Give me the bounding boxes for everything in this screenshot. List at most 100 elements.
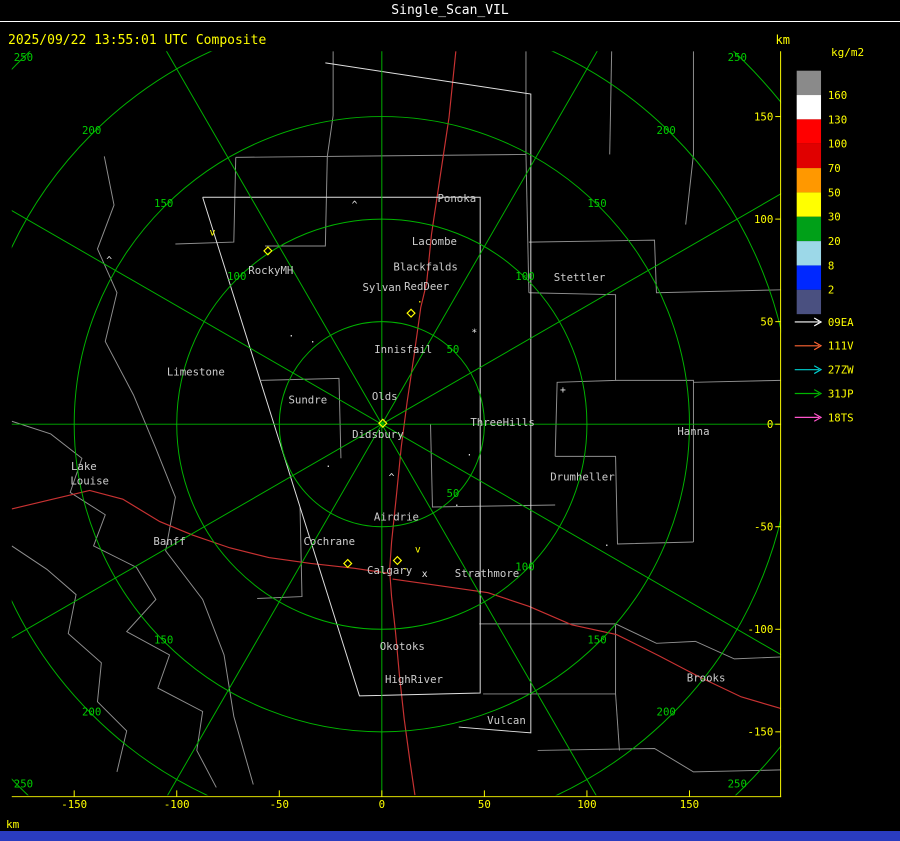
county-boundary-line bbox=[609, 51, 613, 155]
county-boundary-line bbox=[528, 292, 617, 457]
track-id-label: 09EA bbox=[828, 316, 854, 329]
city-label: Sylvan bbox=[362, 281, 401, 294]
legend-scale-value: 130 bbox=[828, 113, 847, 126]
x-axis-tick-label: -50 bbox=[270, 798, 289, 811]
y-axis-tick-label: 100 bbox=[754, 213, 773, 226]
radar-map-canvas[interactable]: 2502001501002502001501005050100150200250… bbox=[0, 22, 900, 841]
county-boundary-line bbox=[257, 506, 303, 600]
legend-scale-value: 70 bbox=[828, 162, 841, 175]
range-ring-label: 250 bbox=[14, 51, 33, 64]
radar-site-diamond-marker bbox=[343, 558, 353, 569]
range-ring-label: 100 bbox=[515, 270, 534, 283]
station-marker: . bbox=[467, 447, 473, 458]
city-label: ThreeHills bbox=[470, 416, 534, 429]
x-axis-tick-label: 50 bbox=[478, 798, 491, 811]
city-label: Lacombe bbox=[412, 235, 457, 248]
track-id-label: 31JP bbox=[828, 387, 854, 400]
x-axis-tick-label: 0 bbox=[379, 798, 385, 811]
county-boundary-line bbox=[685, 51, 694, 225]
county-boundary-line bbox=[615, 379, 694, 543]
county-boundary-line bbox=[615, 693, 620, 751]
legend-scale-box bbox=[796, 192, 822, 217]
yellow-marker: v bbox=[415, 545, 421, 556]
city-label: Airdrie bbox=[374, 511, 419, 524]
county-boundary-line bbox=[175, 157, 237, 245]
range-ring-label: 200 bbox=[82, 705, 101, 718]
city-label: Hanna bbox=[677, 425, 709, 438]
yellow-marker: . bbox=[417, 294, 423, 305]
legend-scale-value: 8 bbox=[828, 259, 834, 272]
y-axis-tick-label: -150 bbox=[748, 726, 774, 739]
city-label: Limestone bbox=[167, 366, 225, 379]
track-id-label: 18TS bbox=[828, 411, 854, 424]
radial-line bbox=[165, 51, 383, 425]
station-marker: + bbox=[560, 385, 566, 396]
range-ring bbox=[11, 51, 782, 796]
radial-line bbox=[381, 423, 597, 796]
yellow-marker: . bbox=[402, 561, 408, 572]
county-boundary-line bbox=[537, 747, 782, 773]
radar-site-diamond-marker bbox=[406, 308, 416, 318]
range-ring-label: 200 bbox=[657, 705, 676, 718]
legend-scale-value: 20 bbox=[828, 235, 841, 248]
legend-scale-value: 2 bbox=[828, 284, 834, 297]
county-boundary-line bbox=[261, 377, 342, 459]
x-axis-tick-label: -150 bbox=[61, 798, 87, 811]
range-ring-label: 250 bbox=[14, 777, 33, 790]
highway-line bbox=[11, 489, 388, 574]
yellow-marker: v bbox=[209, 227, 215, 238]
city-label: Blackfalds bbox=[393, 260, 457, 273]
station-marker: ^ bbox=[106, 256, 112, 267]
x-axis-tick-label: 150 bbox=[680, 798, 699, 811]
county-boundary-line bbox=[555, 455, 694, 545]
x-axis-unit-label: km bbox=[6, 818, 20, 831]
station-marker: . bbox=[325, 459, 331, 470]
bottom-bar bbox=[0, 831, 900, 841]
city-label: Cochrane bbox=[303, 535, 355, 548]
city-label: HighRiver bbox=[385, 673, 444, 686]
city-label: Drumheller bbox=[550, 471, 615, 484]
city-label: Ponoka bbox=[437, 192, 476, 205]
station-marker: . bbox=[604, 538, 610, 549]
map-layers: 250 200 150 100 250 200 150 100 50 50 100 150 200 250… bbox=[11, 51, 782, 796]
city-label: Innisfail bbox=[374, 343, 432, 356]
county-boundary-line bbox=[326, 51, 334, 157]
station-marker: . bbox=[454, 498, 460, 509]
window-titlebar: Single_Scan_VIL bbox=[0, 0, 900, 22]
track-id-label: 111V bbox=[828, 340, 854, 353]
station-marker: ^ bbox=[352, 200, 358, 211]
radial-line bbox=[381, 51, 598, 425]
legend-scale-box bbox=[796, 241, 822, 266]
track-id-label: 27ZW bbox=[828, 364, 854, 377]
legend-scale-box bbox=[796, 70, 822, 96]
legend-scale-box bbox=[796, 119, 822, 144]
y-axis-tick-label: 150 bbox=[754, 110, 773, 123]
legend-scale-box bbox=[796, 95, 822, 120]
city-label: Lake bbox=[71, 460, 97, 473]
legend-unit-label: kg/m2 bbox=[831, 46, 865, 59]
range-ring-label: 150 bbox=[154, 197, 173, 210]
legend-scale-value: 100 bbox=[828, 138, 847, 151]
city-label: Louise bbox=[70, 475, 109, 488]
city-label: RockyMH bbox=[248, 264, 293, 277]
county-boundary-line bbox=[11, 420, 217, 788]
y-axis-tick-label: 0 bbox=[767, 418, 773, 431]
city-label: Olds bbox=[372, 390, 398, 403]
radial-line bbox=[167, 423, 383, 796]
county-boundary-line bbox=[264, 156, 328, 247]
radial-line bbox=[381, 193, 782, 425]
station-marker: * bbox=[471, 328, 477, 339]
range-ring-label: 50 bbox=[446, 343, 459, 356]
county-boundary-line bbox=[96, 156, 254, 785]
x-axis-tick-label: -100 bbox=[164, 798, 190, 811]
y-axis-tick-label: 50 bbox=[760, 316, 773, 329]
station-marker: . bbox=[288, 329, 294, 340]
radar-app-window: Single_Scan_VIL 2025/09/22 13:55:01 UTC … bbox=[0, 0, 900, 841]
city-label: Strathmore bbox=[455, 567, 519, 580]
county-boundary-line bbox=[11, 545, 128, 772]
legend-scale-box bbox=[796, 216, 822, 242]
legend-scale-value: 30 bbox=[828, 211, 841, 224]
county-boundary-line bbox=[235, 153, 526, 158]
legend-scale-box bbox=[796, 265, 822, 290]
city-label: Okotoks bbox=[380, 640, 425, 653]
